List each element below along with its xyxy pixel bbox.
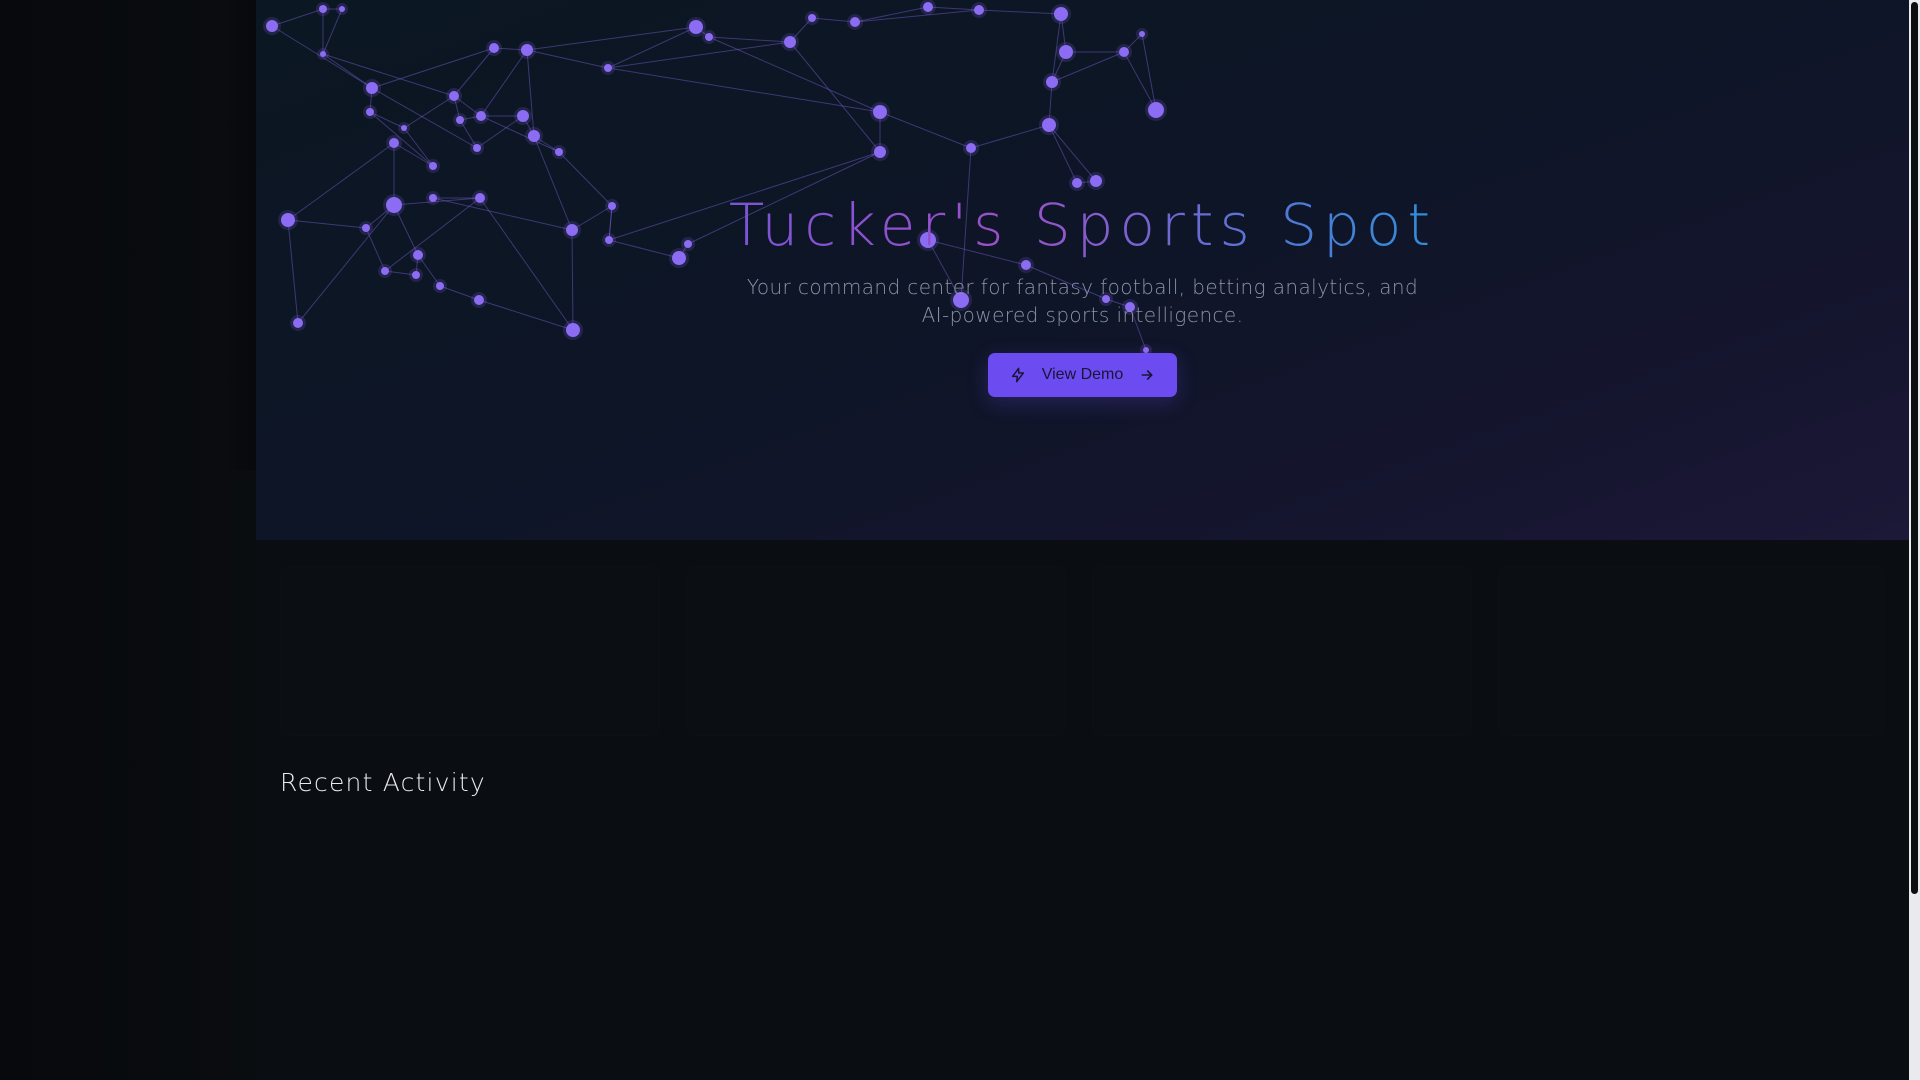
recent-activity-list bbox=[280, 820, 1885, 1070]
sidebar bbox=[0, 0, 256, 1080]
network-link bbox=[978, 9, 1062, 15]
network-link bbox=[371, 47, 495, 89]
recent-activity-title: Recent Activity bbox=[280, 768, 486, 797]
stat-card-placeholder bbox=[280, 566, 660, 736]
network-link bbox=[369, 111, 434, 167]
network-node bbox=[966, 143, 976, 153]
network-link bbox=[789, 41, 881, 153]
page-scrollbar[interactable] bbox=[1909, 0, 1920, 1080]
network-link bbox=[480, 49, 528, 117]
network-link bbox=[854, 6, 929, 23]
view-demo-button[interactable]: View Demo bbox=[987, 353, 1178, 397]
network-node bbox=[266, 20, 278, 32]
network-node bbox=[429, 162, 437, 170]
network-link bbox=[322, 8, 343, 55]
network-link bbox=[607, 67, 881, 113]
network-node bbox=[456, 116, 464, 124]
network-node bbox=[476, 111, 486, 121]
network-node bbox=[850, 17, 860, 27]
view-demo-label: View Demo bbox=[1041, 366, 1124, 383]
network-link bbox=[879, 111, 972, 149]
network-node bbox=[784, 36, 796, 48]
network-link bbox=[453, 47, 495, 97]
network-node bbox=[366, 82, 378, 94]
scrollbar-thumb[interactable] bbox=[1911, 2, 1918, 894]
network-node bbox=[705, 33, 713, 41]
network-node bbox=[1119, 47, 1129, 57]
network-node bbox=[319, 5, 327, 13]
stat-card-placeholder bbox=[1092, 566, 1472, 736]
hero-title: Tucker's Sports Spot bbox=[729, 185, 1436, 265]
network-node bbox=[974, 5, 984, 15]
stat-cards-placeholder bbox=[280, 566, 1885, 736]
network-node bbox=[808, 14, 816, 22]
network-node bbox=[874, 146, 886, 158]
app-window: Tucker's Sports Spot Your command center… bbox=[0, 0, 1920, 1080]
network-link bbox=[322, 53, 455, 97]
network-link bbox=[403, 95, 455, 129]
network-node bbox=[555, 148, 563, 156]
network-node bbox=[923, 2, 933, 12]
network-link bbox=[970, 124, 1050, 149]
network-node bbox=[473, 144, 481, 152]
network-link bbox=[708, 36, 791, 43]
network-node bbox=[489, 43, 499, 53]
sidebar-shadow bbox=[222, 0, 256, 470]
stat-card-placeholder bbox=[686, 566, 1066, 736]
network-node bbox=[521, 44, 533, 56]
network-node bbox=[689, 20, 703, 34]
stat-card-placeholder bbox=[1498, 566, 1885, 736]
network-node bbox=[320, 51, 326, 57]
network-node bbox=[873, 105, 887, 119]
main-content: Tucker's Sports Spot Your command center… bbox=[256, 0, 1909, 1080]
network-node bbox=[517, 110, 529, 122]
network-node bbox=[1054, 7, 1068, 21]
network-node bbox=[1059, 45, 1073, 59]
network-node bbox=[1139, 31, 1145, 37]
network-node bbox=[528, 130, 540, 142]
network-node bbox=[366, 108, 374, 116]
hero-banner: Tucker's Sports Spot Your command center… bbox=[256, 0, 1909, 540]
lightning-icon bbox=[1010, 367, 1026, 383]
network-node bbox=[1042, 118, 1056, 132]
network-node bbox=[1046, 76, 1058, 88]
network-link bbox=[854, 9, 980, 23]
network-node bbox=[1148, 102, 1164, 118]
network-link bbox=[526, 49, 609, 69]
hero-content: Tucker's Sports Spot Your command center… bbox=[256, 185, 1909, 397]
hero-subtitle: Your command center for fantasy football… bbox=[746, 275, 1419, 327]
network-node bbox=[604, 64, 612, 72]
network-node bbox=[401, 125, 407, 131]
network-link bbox=[403, 127, 434, 167]
network-node bbox=[449, 91, 459, 101]
arrow-right-icon bbox=[1139, 367, 1155, 383]
network-link bbox=[1141, 33, 1157, 111]
network-node bbox=[339, 6, 345, 12]
network-node bbox=[389, 138, 399, 148]
